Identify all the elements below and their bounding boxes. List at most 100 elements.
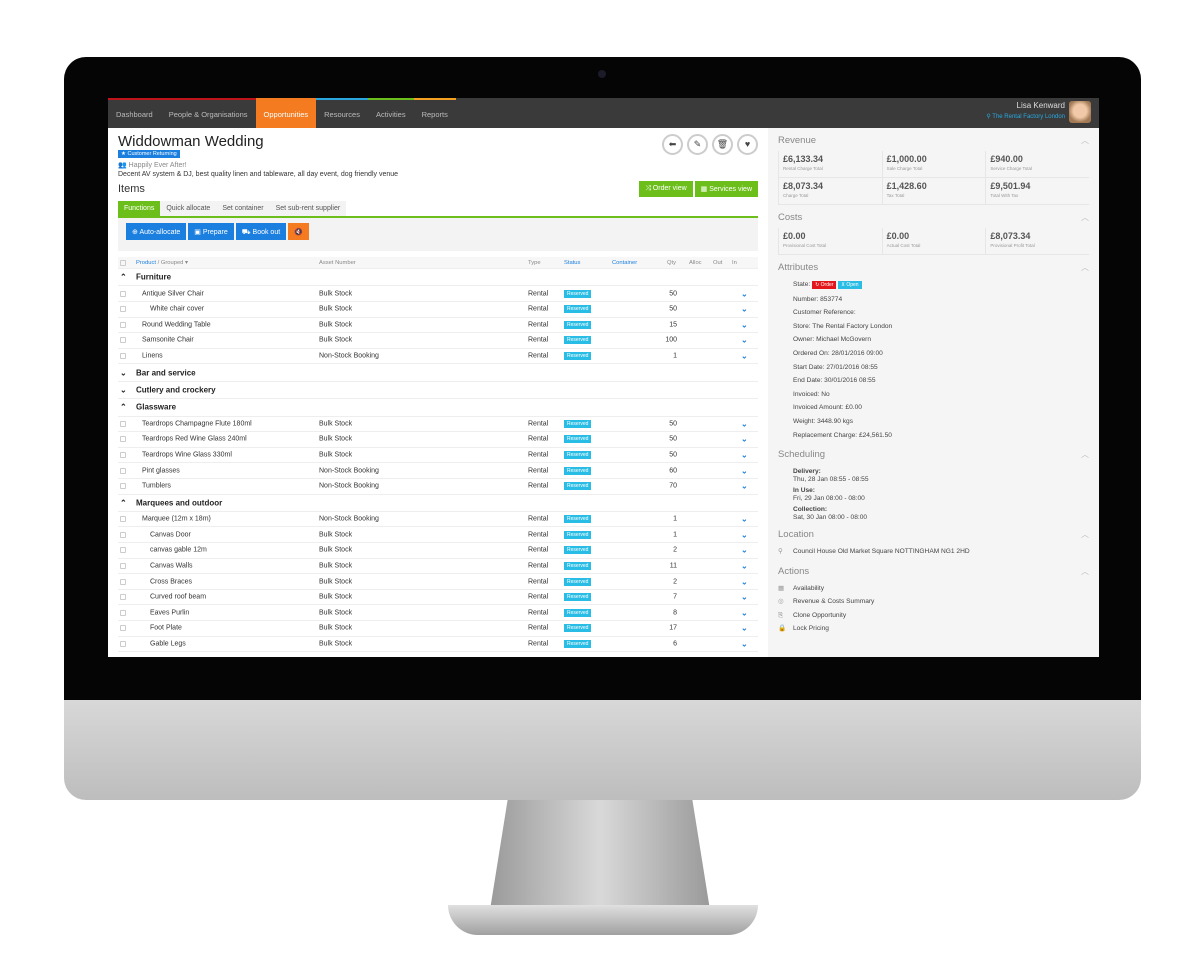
row-expand-chevron-icon[interactable]: ⌄ — [741, 515, 748, 524]
row-expand-chevron-icon[interactable]: ⌄ — [741, 435, 748, 444]
costs-header[interactable]: Costs ︿ — [778, 208, 1089, 228]
row-checkbox[interactable] — [120, 452, 126, 459]
row-checkbox[interactable] — [120, 640, 126, 647]
row-expand-chevron-icon[interactable]: ⌄ — [741, 352, 748, 361]
product-name[interactable]: Teardrops Champagne Flute 180ml — [142, 420, 252, 427]
tab-set-container[interactable]: Set container — [216, 201, 270, 216]
avatar[interactable] — [1069, 101, 1091, 123]
row-expand-chevron-icon[interactable]: ⌄ — [741, 530, 748, 539]
chevron-up-icon[interactable]: ⌃ — [120, 498, 127, 507]
row-expand-chevron-icon[interactable]: ⌄ — [741, 639, 748, 648]
table-row[interactable]: Linens Non-Stock Booking Rental Reserved 1 ⌄ — [118, 349, 758, 365]
table-row[interactable]: Teardrops Red Wine Glass 240ml Bulk Stock… — [118, 432, 758, 448]
attributes-header[interactable]: Attributes ︿ — [778, 258, 1089, 278]
row-checkbox[interactable] — [120, 353, 126, 360]
product-name[interactable]: Foot Plate — [150, 625, 182, 632]
table-row[interactable]: Tumblers Non-Stock Booking Rental Reserved 7… — [118, 479, 758, 495]
row-checkbox[interactable] — [120, 420, 126, 427]
table-row[interactable]: Cross Braces Bulk Stock Rental Reserved 2 ⌄ — [118, 574, 758, 590]
row-expand-chevron-icon[interactable]: ⌄ — [741, 419, 748, 428]
product-name[interactable]: White chair cover — [150, 306, 204, 313]
action-revenue-costs-summary[interactable]: ◎ Revenue & Costs Summary — [778, 595, 1089, 609]
row-expand-chevron-icon[interactable]: ⌄ — [741, 466, 748, 475]
table-row[interactable]: Eaves Purlin Bulk Stock Rental Reserved 8 ⌄ — [118, 605, 758, 622]
product-name[interactable]: Cross Braces — [150, 578, 192, 585]
row-checkbox[interactable] — [120, 547, 126, 554]
scheduling-header[interactable]: Scheduling ︿ — [778, 445, 1089, 465]
row-checkbox[interactable] — [120, 467, 126, 474]
container-column-header[interactable]: Container — [612, 260, 637, 266]
product-name[interactable]: Canvas Walls — [150, 562, 193, 569]
table-row[interactable]: Curved roof beam Bulk Stock Rental Reserved… — [118, 590, 758, 606]
chevron-up-icon[interactable]: ︿ — [1081, 562, 1089, 582]
prepare-button[interactable]: ▣ Prepare — [188, 223, 234, 240]
table-row[interactable]: Canvas Walls Bulk Stock Rental Reserved 11 ⌄ — [118, 559, 758, 575]
nav-item-resources[interactable]: Resources — [316, 98, 368, 128]
row-expand-chevron-icon[interactable]: ⌄ — [741, 320, 748, 329]
type-column-header[interactable]: Type — [528, 260, 541, 266]
tab-quick-allocate[interactable]: Quick allocate — [160, 201, 217, 216]
table-row[interactable]: Marquee (12m x 18m) Non-Stock Booking Rent… — [118, 512, 758, 528]
row-checkbox[interactable] — [120, 562, 126, 569]
group-row[interactable]: ⌃ Glassware — [118, 399, 758, 417]
chevron-up-icon[interactable]: ︿ — [1081, 525, 1089, 545]
group-row[interactable]: ⌃ Furniture — [118, 269, 758, 287]
product-name[interactable]: Marquee (12m x 18m) — [142, 516, 211, 523]
nav-item-people-organisations[interactable]: People & Organisations — [160, 98, 256, 128]
table-row[interactable]: Gable Legs Bulk Stock Rental Reserved 6 ⌄ — [118, 637, 758, 653]
action-lock-pricing[interactable]: 🔒 Lock Pricing — [778, 622, 1089, 636]
nav-item-opportunities[interactable]: Opportunities — [255, 98, 317, 128]
actions-header[interactable]: Actions ︿ — [778, 562, 1089, 582]
chevron-up-icon[interactable]: ︿ — [1081, 131, 1089, 151]
tab-functions[interactable]: Functions — [118, 201, 161, 216]
product-name[interactable]: Samsonite Chair — [142, 337, 194, 344]
table-row[interactable]: Round Wedding Table Bulk Stock Rental Reser… — [118, 318, 758, 334]
chevron-down-icon[interactable]: ⌄ — [120, 368, 127, 377]
table-row[interactable]: Teardrops Wine Glass 330ml Bulk Stock Rent… — [118, 448, 758, 464]
row-checkbox[interactable] — [120, 609, 126, 616]
nav-item-activities[interactable]: Activities — [367, 98, 414, 128]
delete-button[interactable]: 🗑 — [712, 134, 733, 155]
row-checkbox[interactable] — [120, 290, 126, 297]
row-checkbox[interactable] — [120, 306, 126, 313]
store-link[interactable]: ⚲ The Rental Factory London — [986, 113, 1065, 120]
row-expand-chevron-icon[interactable]: ⌄ — [741, 451, 748, 460]
revenue-header[interactable]: Revenue ︿ — [778, 131, 1089, 151]
asset-column-header[interactable]: Asset Number — [319, 260, 356, 266]
row-expand-chevron-icon[interactable]: ⌄ — [741, 482, 748, 491]
product-name[interactable]: Round Wedding Table — [142, 321, 211, 328]
edit-button[interactable]: ✎ — [687, 134, 708, 155]
row-checkbox[interactable] — [120, 483, 126, 490]
row-expand-chevron-icon[interactable]: ⌄ — [741, 546, 748, 555]
row-expand-chevron-icon[interactable]: ⌄ — [741, 561, 748, 570]
table-row[interactable]: Samsonite Chair Bulk Stock Rental Reserved 1… — [118, 333, 758, 349]
product-name[interactable]: Curved roof beam — [150, 594, 206, 601]
table-row[interactable]: Antique Silver Chair Bulk Stock Rental Rese… — [118, 286, 758, 302]
favourite-button[interactable]: ♥ — [737, 134, 758, 155]
product-name[interactable]: canvas gable 12m — [150, 547, 207, 554]
select-all-checkbox[interactable] — [120, 259, 126, 266]
back-button[interactable]: ⬅ — [662, 134, 683, 155]
product-name[interactable]: Pint glasses — [142, 467, 180, 474]
group-row[interactable]: ⌄ Bar and service — [118, 364, 758, 382]
status-column-header[interactable]: Status — [564, 260, 580, 266]
book-out-button[interactable]: ⛟ Book out — [235, 223, 287, 240]
product-name[interactable]: Linens — [142, 353, 163, 360]
product-name[interactable]: Tumblers — [142, 483, 171, 490]
row-checkbox[interactable] — [120, 436, 126, 443]
table-row[interactable]: Teardrops Champagne Flute 180ml Bulk Stoc… — [118, 417, 758, 433]
chevron-up-icon[interactable]: ︿ — [1081, 258, 1089, 278]
row-checkbox[interactable] — [120, 321, 126, 328]
product-name[interactable]: Canvas Door — [150, 531, 191, 538]
tab-set-sub-rent-supplier[interactable]: Set sub-rent supplier — [269, 201, 347, 216]
mute-button[interactable]: 🔇 — [288, 223, 309, 240]
auto-allocate-button[interactable]: ⊕ Auto-allocate — [126, 223, 187, 240]
chevron-up-icon[interactable]: ⌃ — [120, 403, 127, 412]
chevron-up-icon[interactable]: ⌃ — [120, 273, 127, 282]
table-row[interactable]: Foot Plate Bulk Stock Rental Reserved 17 ⌄ — [118, 621, 758, 637]
table-row[interactable]: White chair cover Bulk Stock Rental Reserve… — [118, 302, 758, 318]
row-checkbox[interactable] — [120, 578, 126, 585]
product-name[interactable]: Teardrops Red Wine Glass 240ml — [142, 436, 247, 443]
row-expand-chevron-icon[interactable]: ⌄ — [741, 289, 748, 298]
chevron-down-icon[interactable]: ⌄ — [120, 385, 127, 394]
